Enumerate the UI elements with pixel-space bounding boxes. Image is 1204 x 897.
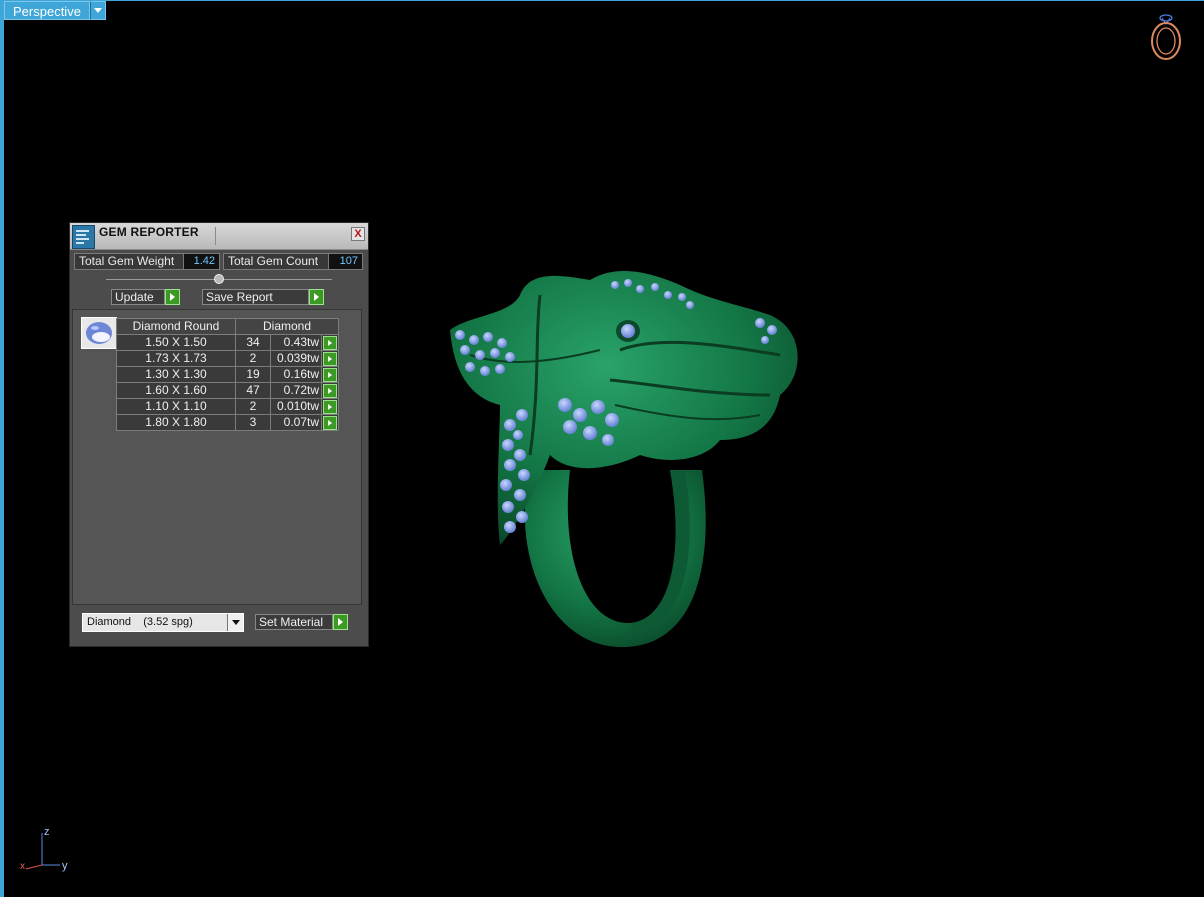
select-row-button[interactable] (321, 334, 339, 351)
gem-weight-cell: 0.72tw (270, 382, 322, 399)
gem-shape-header: Diamond Round (116, 318, 236, 335)
gem-weight-cell: 0.43tw (270, 334, 322, 351)
gem-size-cell: 1.50 X 1.50 (116, 334, 236, 351)
total-weight-label: Total Gem Weight (74, 253, 184, 270)
gem-list-area[interactable]: Diamond Round Diamond 1.50 X 1.50 34 0.4… (72, 309, 362, 605)
gem-count-cell: 34 (235, 334, 271, 351)
table-row[interactable]: 1.60 X 1.60 47 0.72tw (116, 382, 339, 399)
ring-navigation-icon[interactable] (1146, 10, 1186, 62)
play-arrow-icon[interactable] (323, 415, 337, 430)
total-count-value: 107 (329, 253, 363, 270)
save-report-button[interactable]: Save Report (202, 289, 324, 305)
3d-viewport[interactable]: Perspective z y x GEM REPORTER X Total G… (0, 0, 1204, 897)
play-arrow-icon[interactable] (309, 289, 324, 305)
axis-z-label: z (44, 826, 50, 838)
gem-table: Diamond Round Diamond 1.50 X 1.50 34 0.4… (116, 318, 339, 431)
select-row-button[interactable] (321, 366, 339, 383)
play-arrow-icon[interactable] (165, 289, 180, 305)
set-material-button[interactable]: Set Material (255, 614, 348, 630)
play-arrow-icon[interactable] (323, 399, 337, 414)
gem-count-cell: 2 (235, 350, 271, 367)
total-count-stat: Total Gem Count 107 (223, 253, 363, 270)
update-button-label[interactable]: Update (111, 289, 165, 305)
gem-size-cell: 1.80 X 1.80 (116, 414, 236, 431)
view-mode-dropdown[interactable]: Perspective (4, 1, 106, 20)
panel-title-bar[interactable]: GEM REPORTER X (70, 223, 368, 250)
play-arrow-icon[interactable] (323, 351, 337, 366)
gem-material-header: Diamond (235, 318, 339, 335)
dragon-ring-model[interactable] (440, 255, 810, 655)
splitter-handle[interactable] (214, 274, 224, 284)
total-weight-stat: Total Gem Weight 1.42 (74, 253, 220, 270)
chevron-down-icon[interactable] (227, 614, 243, 631)
select-row-button[interactable] (321, 382, 339, 399)
gem-count-cell: 3 (235, 414, 271, 431)
total-weight-value: 1.42 (184, 253, 220, 270)
save-report-button-label[interactable]: Save Report (202, 289, 309, 305)
axis-indicator: z y x (20, 826, 68, 872)
gem-size-cell: 1.60 X 1.60 (116, 382, 236, 399)
table-row[interactable]: 1.80 X 1.80 3 0.07tw (116, 414, 339, 431)
select-row-button[interactable] (321, 350, 339, 367)
select-row-button[interactable] (321, 398, 339, 415)
play-arrow-icon[interactable] (323, 367, 337, 382)
gem-weight-cell: 0.07tw (270, 414, 322, 431)
gem-reporter-icon (72, 225, 95, 249)
material-select[interactable]: Diamond (3.52 spg) (82, 613, 244, 632)
gem-size-cell: 1.73 X 1.73 (116, 350, 236, 367)
chevron-down-icon[interactable] (89, 1, 106, 20)
play-arrow-icon[interactable] (323, 335, 337, 350)
gem-weight-cell: 0.039tw (270, 350, 322, 367)
set-material-button-label[interactable]: Set Material (255, 614, 333, 630)
viewport-left-border (0, 0, 4, 897)
gem-weight-cell: 0.16tw (270, 366, 322, 383)
play-arrow-icon[interactable] (333, 614, 348, 630)
select-row-button[interactable] (321, 414, 339, 431)
gem-count-cell: 47 (235, 382, 271, 399)
axis-x-label: x (20, 861, 25, 872)
gem-weight-cell: 0.010tw (270, 398, 322, 415)
gem-size-cell: 1.10 X 1.10 (116, 398, 236, 415)
viewport-top-border (0, 0, 1204, 1)
table-row[interactable]: 1.73 X 1.73 2 0.039tw (116, 350, 339, 367)
close-button[interactable]: X (351, 227, 365, 241)
material-select-value[interactable]: Diamond (3.52 spg) (83, 614, 227, 631)
gem-size-cell: 1.30 X 1.30 (116, 366, 236, 383)
table-row[interactable]: 1.10 X 1.10 2 0.010tw (116, 398, 339, 415)
table-row[interactable]: 1.30 X 1.30 19 0.16tw (116, 366, 339, 383)
round-diamond-icon[interactable] (81, 317, 117, 349)
panel-title: GEM REPORTER (99, 225, 199, 239)
view-mode-label[interactable]: Perspective (4, 1, 90, 20)
title-divider (215, 227, 216, 245)
gem-count-cell: 2 (235, 398, 271, 415)
total-count-label: Total Gem Count (223, 253, 329, 270)
update-button[interactable]: Update (111, 289, 180, 305)
gem-reporter-panel: GEM REPORTER X Total Gem Weight 1.42 Tot… (69, 222, 369, 647)
table-row[interactable]: 1.50 X 1.50 34 0.43tw (116, 334, 339, 351)
play-arrow-icon[interactable] (323, 383, 337, 398)
gem-count-cell: 19 (235, 366, 271, 383)
axis-y-label: y (62, 860, 68, 872)
